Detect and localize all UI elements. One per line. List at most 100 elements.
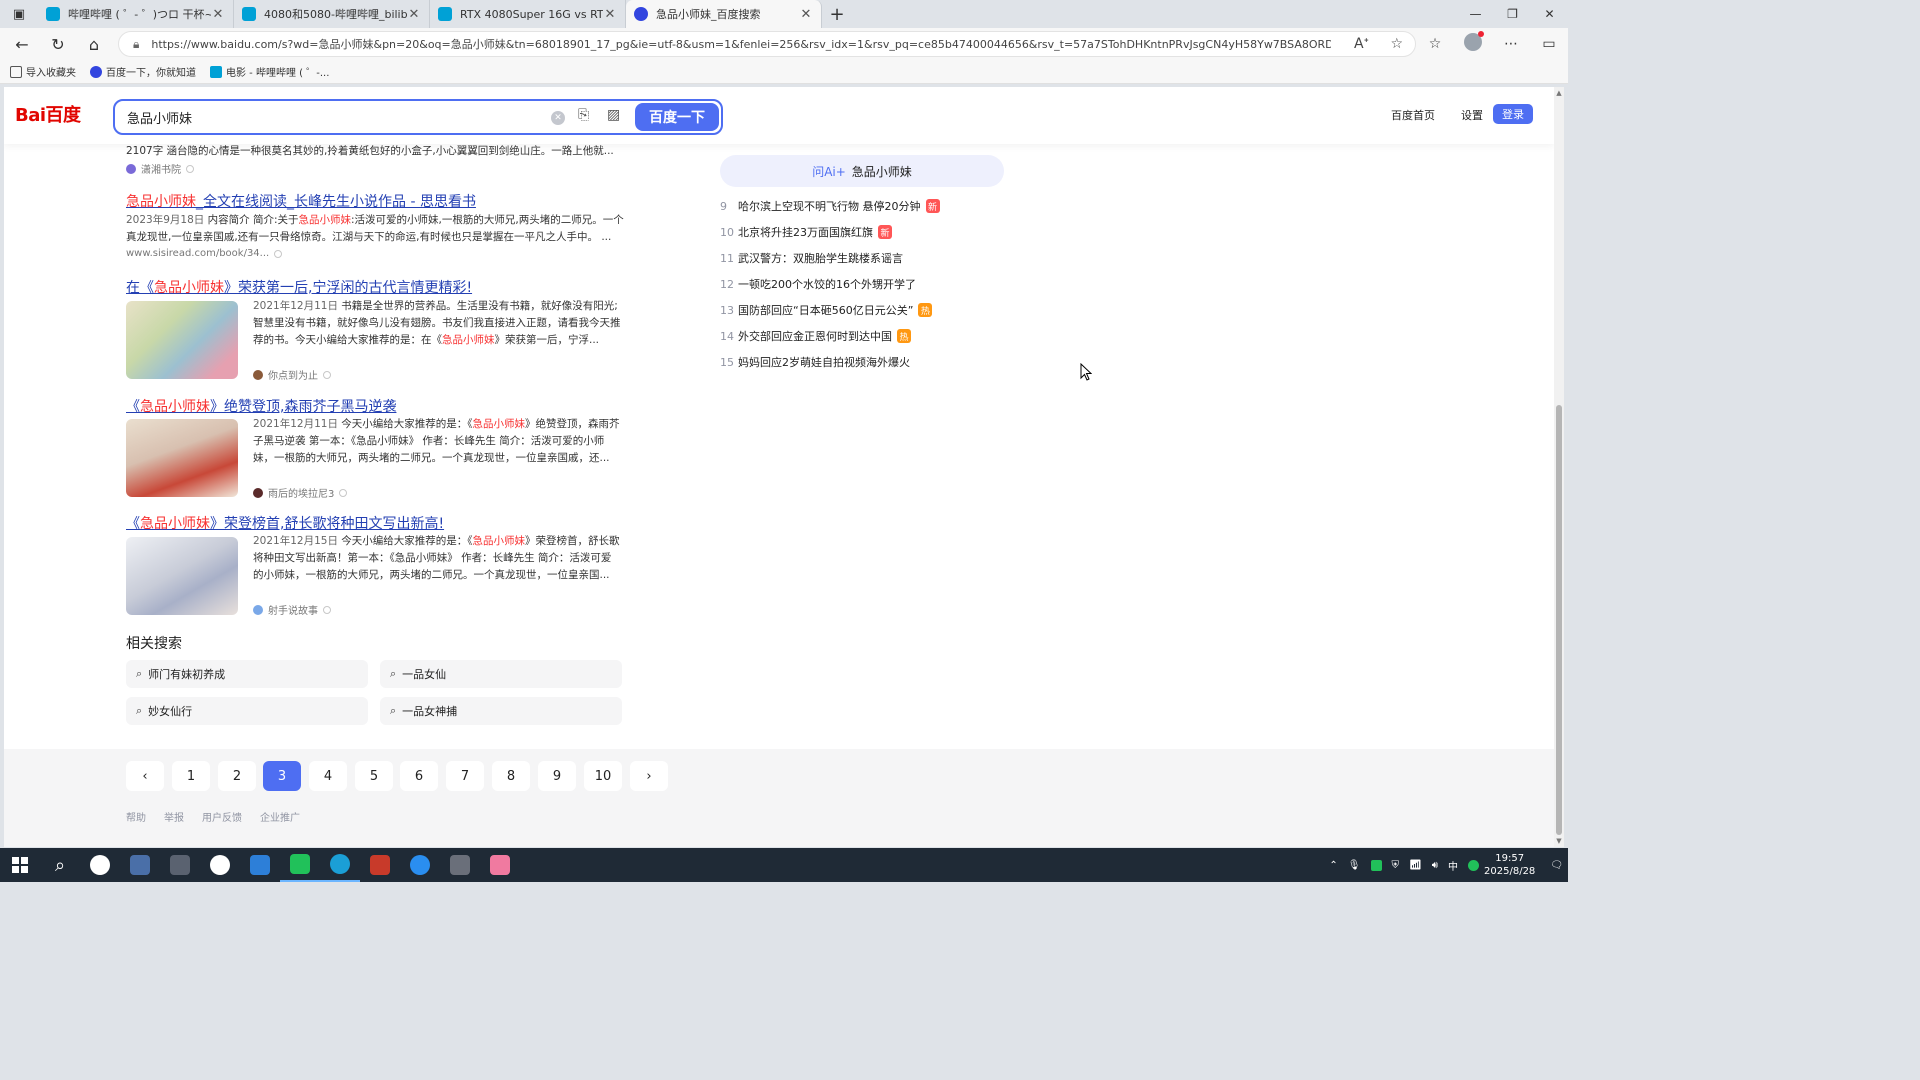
page-button[interactable]: 8 — [492, 761, 530, 791]
home-icon[interactable]: ⌂ — [76, 28, 112, 60]
calculator-icon[interactable] — [120, 848, 160, 882]
related-search-item[interactable]: ⌕ 师门有妹初养成 — [126, 660, 368, 688]
read-aloud-icon[interactable]: Aᐩ — [1354, 36, 1369, 52]
start-icon[interactable] — [0, 848, 40, 882]
related-search-item[interactable]: ⌕ 一品女仙 — [380, 660, 622, 688]
page-button[interactable]: 1 — [172, 761, 210, 791]
footer-help-link[interactable]: 帮助 — [126, 809, 146, 824]
footer-feedback-link[interactable]: 用户反馈 — [202, 809, 242, 824]
prev-page-button[interactable]: ‹ — [126, 761, 164, 791]
red-app-icon[interactable] — [360, 848, 400, 882]
login-button[interactable]: 登录 — [1493, 104, 1533, 124]
address-bar[interactable]: 🔒︎ https://www.baidu.com/s?wd=急品小师妹&pn=2… — [118, 31, 1416, 57]
notification-icon[interactable]: 🗨︎ — [1550, 860, 1563, 871]
game-app-icon[interactable] — [440, 848, 480, 882]
hot-search-item[interactable]: 10 北京将升挂23万面国旗红旗新 — [720, 224, 892, 240]
ime-indicator[interactable]: 中 — [1448, 858, 1458, 873]
shield-icon[interactable]: ⛨ — [1392, 860, 1400, 871]
page-button[interactable]: 2 — [218, 761, 256, 791]
related-search-item[interactable]: ⌕ 一品女神捕 — [380, 697, 622, 725]
hot-search-item[interactable]: 11 武汉警方：双胞胎学生跳楼系谣言 — [720, 250, 903, 266]
info-icon[interactable] — [339, 488, 348, 497]
clock[interactable]: 19:57 2025/8/28 — [1484, 852, 1535, 878]
attachment-icon[interactable]: ⎘ — [578, 107, 589, 123]
current-page-button[interactable]: 3 — [263, 761, 301, 791]
info-icon[interactable] — [323, 370, 331, 379]
hot-search-item[interactable]: 12 一顿吃200个水饺的16个外甥开学了 — [720, 276, 916, 292]
page-button[interactable]: 10 — [584, 761, 622, 791]
info-icon[interactable] — [274, 249, 283, 258]
tab-actions-icon[interactable]: ▣ — [0, 0, 38, 28]
page-button[interactable]: 4 — [309, 761, 347, 791]
wechat-tray-icon[interactable] — [1370, 859, 1382, 871]
result-title-link[interactable]: 在《急品小师妹》荣获第一后,宁浮闲的古代言情更精彩! — [126, 277, 472, 297]
browser-tab[interactable]: 4080和5080-哔哩哔哩_bilibili ✕ — [234, 0, 430, 28]
result-source[interactable]: 雨后的埃拉尼3 — [253, 485, 348, 500]
footer-business-link[interactable]: 企业推广 — [260, 809, 300, 824]
page-button[interactable]: 9 — [538, 761, 576, 791]
tab-close-icon[interactable]: ✕ — [407, 7, 421, 22]
refresh-icon[interactable]: ↻ — [40, 28, 76, 60]
bilibili-app-icon[interactable] — [480, 848, 520, 882]
hot-search-item[interactable]: 15 妈妈回应2岁萌娃自拍视频海外爆火 — [720, 354, 910, 370]
result-title-link[interactable]: 急品小师妹_全文在线阅读_长峰先生小说作品 - 思思看书 — [126, 191, 476, 211]
hot-search-item[interactable]: 9 哈尔滨上空现不明飞行物 悬停20分钟新 — [720, 198, 940, 214]
pixiv-icon[interactable] — [200, 848, 240, 882]
favorite-star-icon[interactable]: ☆ — [1390, 36, 1403, 52]
footer-report-link[interactable]: 举报 — [164, 809, 184, 824]
info-icon[interactable] — [323, 605, 331, 614]
url-text[interactable]: https://www.baidu.com/s?wd=急品小师妹&pn=20&o… — [151, 36, 1331, 52]
back-icon[interactable]: ← — [4, 28, 40, 60]
result-thumbnail[interactable] — [126, 301, 238, 379]
result-thumbnail[interactable] — [126, 537, 238, 615]
search-button[interactable]: 百度一下 — [635, 103, 719, 131]
network-icon[interactable]: 📶︎ — [1409, 860, 1422, 871]
close-icon[interactable]: ✕ — [1531, 0, 1568, 28]
result-source[interactable]: 你点到为止 — [253, 367, 331, 382]
chevron-up-icon[interactable]: ⌃ — [1329, 860, 1337, 871]
next-page-button[interactable]: › — [630, 761, 668, 791]
tab-close-icon[interactable]: ✕ — [603, 7, 617, 22]
lock-icon[interactable]: 🔒︎ — [133, 37, 139, 52]
clear-icon[interactable]: ✕ — [551, 111, 565, 125]
qq-browser-icon[interactable] — [400, 848, 440, 882]
star-app-icon[interactable] — [240, 848, 280, 882]
new-tab-button[interactable]: + — [822, 0, 852, 28]
settings-link[interactable]: 设置 — [1461, 107, 1483, 123]
related-search-item[interactable]: ⌕ 妙女仙行 — [126, 697, 368, 725]
volume-icon[interactable]: 🔊︎ — [1432, 860, 1438, 871]
result-title-link[interactable]: 《急品小师妹》荣登榜首,舒长歌将种田文写出新高! — [126, 513, 444, 533]
search-icon[interactable]: ⌕ — [40, 848, 80, 882]
more-menu-icon[interactable]: ⋯ — [1492, 36, 1530, 52]
bookmark-item[interactable]: 百度一下，你就知道 — [90, 64, 196, 79]
browser-tab[interactable]: RTX 4080Super 16G vs RTX 5080 ✕ — [430, 0, 626, 28]
game-app-icon[interactable] — [160, 848, 200, 882]
profile-avatar[interactable] — [1454, 31, 1492, 55]
tab-close-icon[interactable]: ✕ — [799, 7, 813, 22]
favorites-icon[interactable]: ☆ — [1416, 36, 1454, 52]
result-thumbnail[interactable] — [126, 419, 238, 497]
search-input[interactable] — [127, 105, 527, 129]
bookmark-item[interactable]: 导入收藏夹 — [10, 64, 76, 79]
result-source[interactable]: 潇湘书院 — [126, 161, 194, 176]
result-source[interactable]: 射手说故事 — [253, 602, 331, 617]
qq-icon[interactable] — [80, 848, 120, 882]
page-button[interactable]: 7 — [446, 761, 484, 791]
edge-browser-icon[interactable] — [320, 848, 360, 882]
page-scrollbar[interactable]: ▲ ▼ — [1554, 87, 1564, 847]
baidu-home-link[interactable]: 百度首页 — [1391, 107, 1435, 123]
bookmark-item[interactable]: 电影 - 哔哩哔哩 ( ゜-... — [210, 64, 329, 79]
browser-tab[interactable]: 哔哩哔哩 ( ゜- ゜)つロ 干杯~-bilib ✕ — [38, 0, 234, 28]
scroll-up-icon[interactable]: ▲ — [1554, 89, 1564, 97]
baidu-logo[interactable]: Bai百度 — [15, 101, 81, 127]
sync-icon[interactable] — [1468, 859, 1480, 871]
hot-search-item[interactable]: 14 外交部回应金正恩何时到达中国热 — [720, 328, 911, 344]
image-search-icon[interactable]: ▨ — [607, 107, 620, 123]
result-url[interactable]: www.sisiread.com/book/34... — [126, 248, 283, 259]
browser-tab-active[interactable]: 急品小师妹_百度搜索 ✕ — [626, 0, 822, 28]
minimize-icon[interactable]: — — [1457, 0, 1494, 28]
microphone-icon[interactable]: 🎙︎ — [1348, 860, 1361, 871]
tab-close-icon[interactable]: ✕ — [211, 7, 225, 22]
restore-icon[interactable]: ❐ — [1494, 0, 1531, 28]
wechat-icon[interactable] — [280, 848, 320, 882]
